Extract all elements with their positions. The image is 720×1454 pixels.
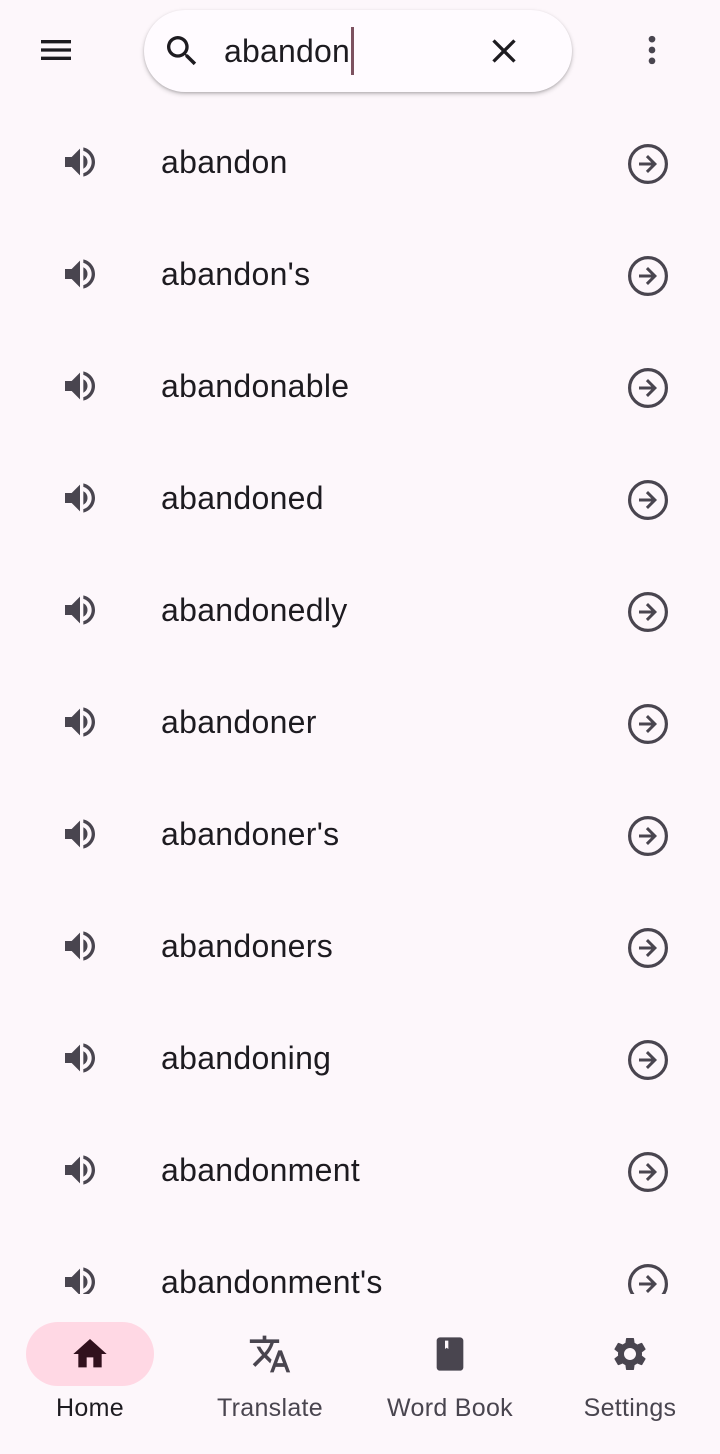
speaker-icon[interactable] — [56, 814, 104, 854]
word-label: abandoner — [161, 704, 317, 740]
search-bar[interactable]: abandon — [144, 10, 572, 92]
word-list-item[interactable]: abandonedly — [0, 554, 720, 666]
word-label: abandonable — [161, 368, 350, 404]
word-list-item[interactable]: abandoned — [0, 442, 720, 554]
speaker-icon[interactable] — [56, 1038, 104, 1078]
word-list-item[interactable]: abandonable — [0, 330, 720, 442]
nav-icon-container — [566, 1322, 694, 1386]
word-list-item[interactable]: abandon — [0, 106, 720, 218]
arrow-circle-right-icon[interactable] — [624, 700, 672, 748]
word-list-item[interactable]: abandoner — [0, 666, 720, 778]
nav-item-home[interactable]: Home — [0, 1296, 180, 1454]
word-label: abandon's — [161, 256, 311, 292]
word-label: abandoners — [161, 928, 334, 964]
speaker-icon[interactable] — [56, 590, 104, 630]
close-icon — [492, 39, 516, 63]
speaker-icon[interactable] — [56, 366, 104, 406]
speaker-icon[interactable] — [56, 478, 104, 518]
word-label: abandonedly — [161, 592, 348, 628]
speaker-icon[interactable] — [56, 926, 104, 966]
word-list-item[interactable]: abandoner's — [0, 778, 720, 890]
nav-label-home: Home — [56, 1394, 124, 1422]
word-label: abandoning — [161, 1040, 332, 1076]
speaker-icon[interactable] — [56, 702, 104, 742]
arrow-circle-right-icon[interactable] — [624, 924, 672, 972]
word-list-item[interactable]: abandoning — [0, 1002, 720, 1114]
arrow-circle-right-icon[interactable] — [624, 140, 672, 188]
nav-icon-container — [206, 1322, 334, 1386]
word-label: abandonment — [161, 1152, 361, 1188]
word-list-item[interactable]: abandon's — [0, 218, 720, 330]
search-icon — [167, 36, 197, 66]
nav-item-translate[interactable]: Translate — [180, 1296, 360, 1454]
arrow-circle-right-icon[interactable] — [624, 476, 672, 524]
nav-item-word-book[interactable]: Word Book — [360, 1296, 540, 1454]
nav-label-word-book: Word Book — [387, 1394, 513, 1422]
arrow-circle-right-icon[interactable] — [624, 1260, 672, 1294]
word-label: abandon — [161, 144, 288, 180]
text-caret — [350, 27, 354, 75]
search-input[interactable]: abandon — [224, 27, 354, 75]
arrow-circle-right-icon[interactable] — [624, 1148, 672, 1196]
nav-icon-container — [386, 1322, 514, 1386]
nav-item-settings[interactable]: Settings — [540, 1296, 720, 1454]
arrow-circle-right-icon[interactable] — [624, 588, 672, 636]
word-label: abandoned — [161, 480, 324, 516]
speaker-icon[interactable] — [56, 1150, 104, 1190]
top-bar: abandon — [0, 0, 720, 104]
arrow-circle-right-icon[interactable] — [624, 364, 672, 412]
more-options-button[interactable] — [624, 22, 680, 78]
clear-search-button[interactable] — [484, 31, 524, 71]
speaker-icon[interactable] — [56, 1262, 104, 1294]
speaker-icon[interactable] — [56, 254, 104, 294]
nav-active-indicator — [26, 1322, 154, 1386]
home-icon — [73, 1339, 107, 1368]
word-label: abandoner's — [161, 816, 340, 852]
search-input-value: abandon — [224, 32, 350, 69]
bottom-navigation: Home Translate Word Book Settings — [0, 1296, 720, 1454]
translate-icon — [249, 1335, 291, 1373]
word-list-item[interactable]: abandoners — [0, 890, 720, 1002]
more-vert-icon — [648, 35, 656, 65]
arrow-circle-right-icon[interactable] — [624, 812, 672, 860]
nav-label-translate: Translate — [217, 1394, 323, 1422]
app-root: abandon abandon abandon's abandonable aband… — [0, 0, 720, 1454]
word-label: abandonment's — [161, 1264, 383, 1294]
arrow-circle-right-icon[interactable] — [624, 252, 672, 300]
arrow-circle-right-icon[interactable] — [624, 1036, 672, 1084]
book-icon — [436, 1337, 464, 1371]
gear-icon — [614, 1338, 646, 1370]
word-list: abandon abandon's abandonable abandoned aban… — [0, 106, 720, 1294]
hamburger-menu-icon — [41, 40, 71, 60]
word-list-item[interactable]: abandonment — [0, 1114, 720, 1226]
speaker-icon[interactable] — [56, 142, 104, 182]
menu-button[interactable] — [28, 22, 84, 78]
word-list-item[interactable]: abandonment's — [0, 1226, 720, 1294]
nav-label-settings: Settings — [583, 1394, 677, 1422]
